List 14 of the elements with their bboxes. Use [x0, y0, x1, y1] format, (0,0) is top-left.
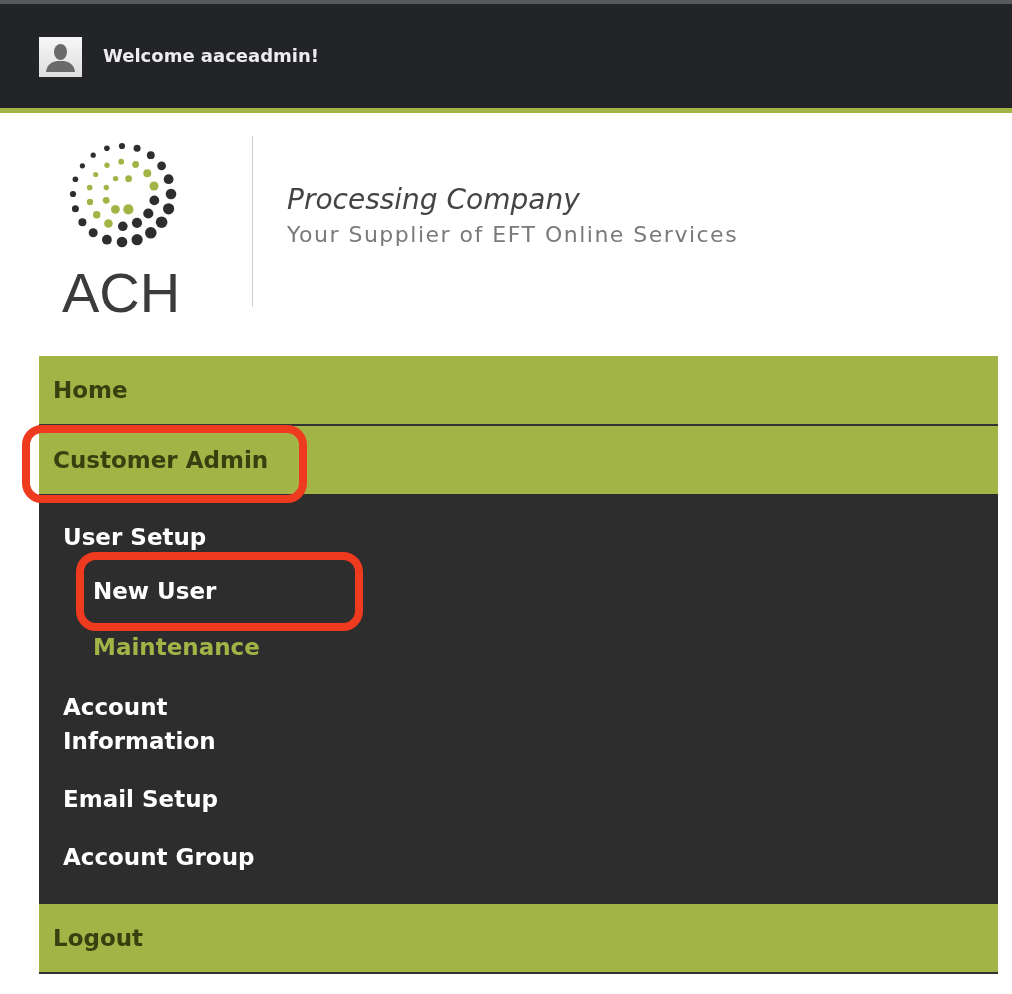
submenu-link[interactable]: User Setup	[63, 520, 207, 554]
company-name: Processing Company	[287, 183, 581, 217]
submenu-link[interactable]: Account Group	[63, 840, 255, 874]
submenu-link[interactable]: New User	[93, 574, 217, 608]
nav-menu-item[interactable]: Customer Admin	[39, 426, 998, 494]
logo-text: ACH	[62, 265, 182, 321]
submenu-link[interactable]: Email Setup	[63, 782, 218, 816]
nav-menu-item[interactable]: Home	[39, 356, 998, 426]
submenu-link[interactable]: Maintenance	[93, 630, 260, 664]
submenu-link[interactable]: Account Information	[63, 690, 293, 758]
company-tagline: Your Supplier of EFT Online Services	[287, 221, 739, 249]
user-avatar-icon	[39, 37, 82, 77]
welcome-message: Welcome aaceadmin!	[103, 44, 319, 68]
nav-menu-item[interactable]: Logout	[39, 904, 998, 974]
